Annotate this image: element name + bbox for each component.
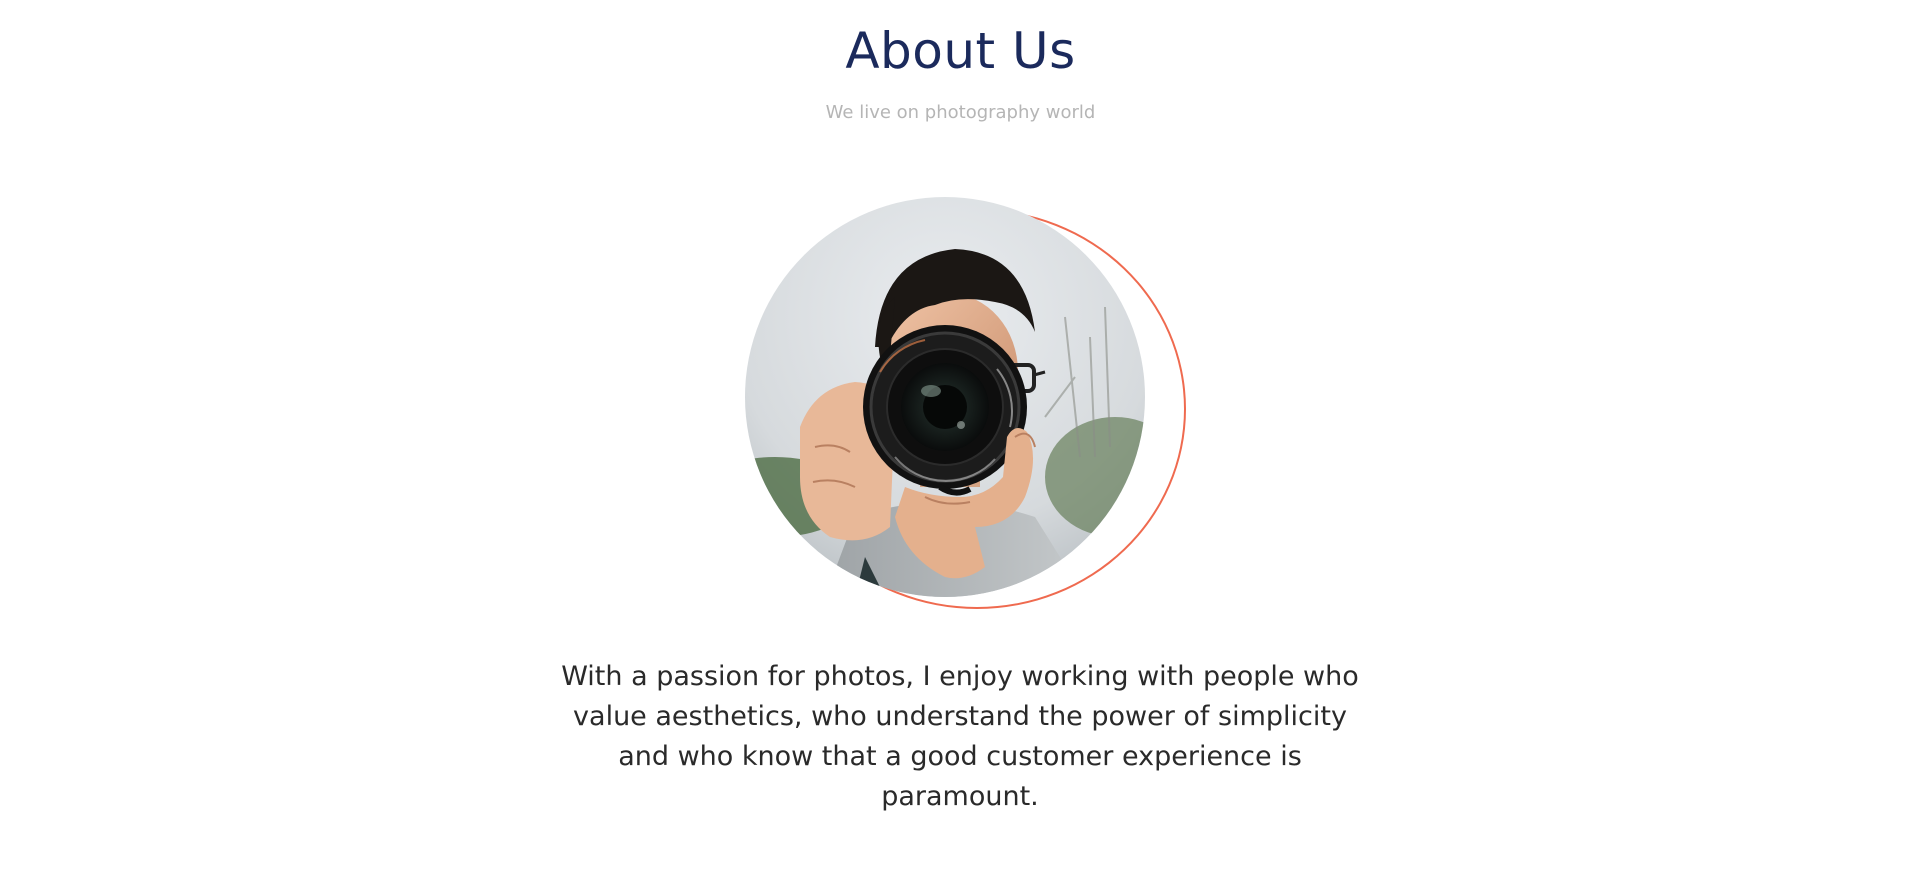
photographer-image — [745, 197, 1145, 597]
photo-container — [745, 197, 1145, 597]
page-subtitle: We live on photography world — [825, 102, 1096, 123]
about-section: About Us We live on photography world Wi… — [0, 0, 1921, 871]
about-description: With a passion for photos, I enjoy worki… — [561, 661, 1359, 812]
page-title: About Us — [845, 22, 1076, 80]
